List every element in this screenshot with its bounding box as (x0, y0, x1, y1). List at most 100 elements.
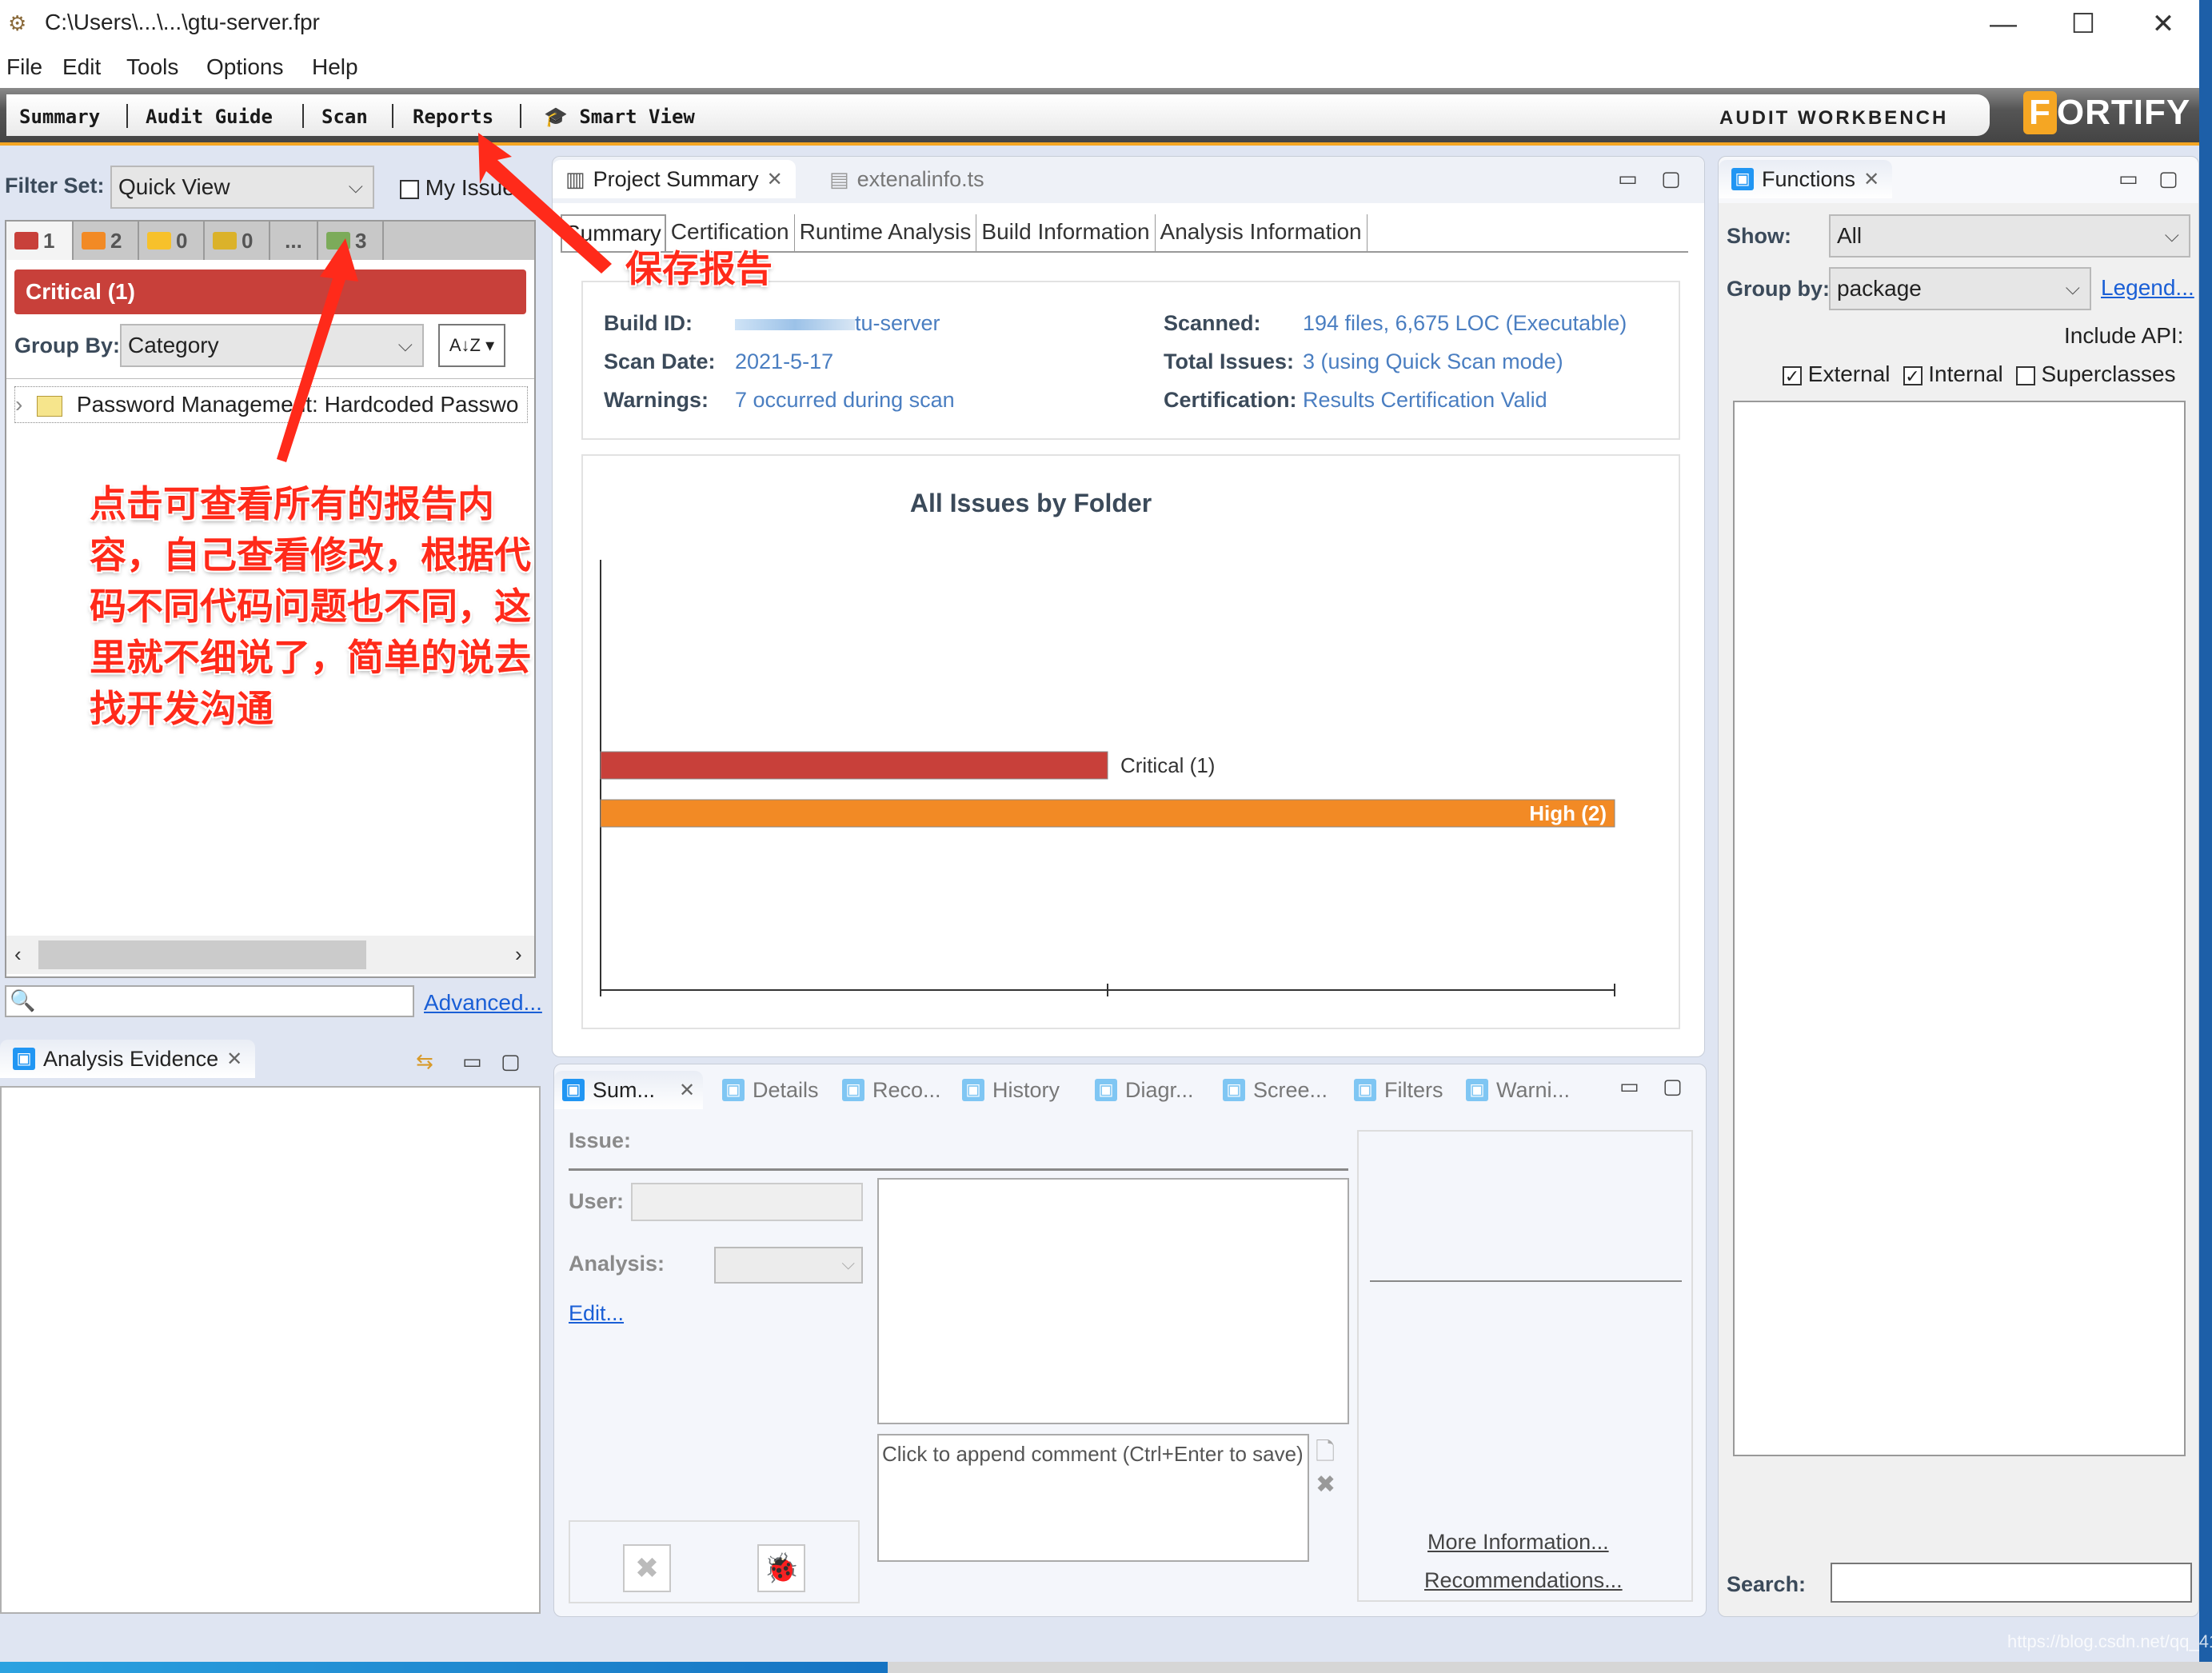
issue-tab-reco[interactable]: ▣ Reco... (834, 1071, 949, 1109)
menu-options[interactable]: Options (206, 54, 284, 80)
comment-input[interactable]: Click to append comment (Ctrl+Enter to s… (877, 1434, 1309, 1562)
close-tab-icon[interactable]: ✕ (767, 168, 783, 191)
severity-tab-critical[interactable]: 1 (6, 222, 74, 260)
warnings-value: 7 occurred during scan (735, 388, 955, 412)
scroll-left-icon[interactable]: ‹ (14, 942, 22, 967)
tab-count: ... (285, 228, 302, 253)
chevron-down-icon: ⌵ (2164, 225, 2179, 246)
tab-extenalinfo[interactable]: ▤ extenalinfo.ts (817, 160, 997, 198)
chevron-down-icon: ⌵ (2065, 278, 2080, 299)
minimize-view-icon[interactable]: ▭ (1619, 1074, 1639, 1099)
issue-tab-strip: ▣ Sum... ✕ ▣ Details ▣ Reco... ▣ History ▣ Diagr..… (554, 1064, 1706, 1111)
maximize-view-icon[interactable]: ▢ (2158, 166, 2178, 191)
redacted-mark (735, 318, 855, 330)
scrollbar-thumb[interactable] (38, 940, 366, 969)
issue-tab-details[interactable]: ▣ Details (714, 1071, 827, 1109)
my-issues-checkbox[interactable]: My Issues (400, 175, 526, 201)
tab-functions[interactable]: ▣ Functions ✕ (1719, 160, 1893, 198)
more-information-link[interactable]: More Information... (1427, 1530, 1609, 1555)
functions-search-input[interactable] (1831, 1563, 2192, 1603)
severity-tab-all[interactable]: 3 (318, 222, 384, 260)
analysis-label: Analysis: (569, 1252, 665, 1276)
group-by-select[interactable]: Category ⌵ (120, 324, 424, 367)
severity-tab-medium[interactable]: 0 (139, 222, 205, 260)
build-id-value: tu-server (735, 311, 940, 336)
build-id-text: tu-server (855, 311, 940, 335)
issue-tab-history[interactable]: ▣ History (954, 1071, 1068, 1109)
minimize-view-icon[interactable]: ▭ (2118, 166, 2138, 191)
subtab-runtime-analysis[interactable]: Runtime Analysis (795, 214, 977, 251)
tab-project-summary[interactable]: ▥ Project Summary ✕ (553, 160, 796, 198)
close-tab-icon[interactable]: ✕ (1863, 168, 1879, 191)
show-select[interactable]: All ⌵ (1829, 214, 2190, 258)
functions-group-by-select[interactable]: package ⌵ (1829, 267, 2091, 310)
external-checkbox[interactable]: ✓ External (1783, 361, 1891, 387)
file-bug-button[interactable]: 🐞 (757, 1544, 805, 1592)
chart-icon: ▥ (565, 166, 585, 191)
issue-tab-diagr[interactable]: ▣ Diagr... (1087, 1071, 1202, 1109)
close-button[interactable]: ✕ (2127, 5, 2199, 43)
minimize-view-icon[interactable]: ▭ (1618, 166, 1638, 191)
sort-button[interactable]: A↓Z ▾ (438, 324, 505, 367)
tab-label: Details (753, 1077, 819, 1102)
delete-comment-icon[interactable]: ✖ (1316, 1471, 1336, 1499)
menu-file[interactable]: File (6, 54, 42, 80)
view-icon: ▣ (722, 1079, 745, 1101)
maximize-view-icon[interactable]: ▢ (501, 1049, 521, 1074)
issue-search-input[interactable]: 🔍 (5, 985, 414, 1017)
toolbar-audit-guide[interactable]: Audit Guide (146, 106, 273, 128)
menu-tools[interactable]: Tools (126, 54, 178, 80)
advanced-search-link[interactable]: Advanced... (424, 990, 542, 1016)
analysis-select[interactable]: ⌵ (714, 1247, 863, 1284)
tree-item[interactable]: › Password Management: Hardcoded Passwo (14, 386, 528, 423)
subtab-analysis-information[interactable]: Analysis Information (1156, 214, 1368, 251)
issue-tab-scree[interactable]: ▣ Scree... (1215, 1071, 1336, 1109)
severity-tab-high[interactable]: 2 (74, 222, 139, 260)
issue-tab-sum[interactable]: ▣ Sum... ✕ (554, 1071, 704, 1109)
maximize-view-icon[interactable]: ▢ (1661, 166, 1681, 191)
checkbox-label: External (1807, 361, 1891, 386)
my-issues-label: My Issues (425, 175, 526, 200)
minimize-view-icon[interactable]: ▭ (462, 1049, 482, 1074)
bug-icon: 🐞 (763, 1551, 800, 1584)
taskbar (0, 1662, 888, 1673)
sync-arrows-icon[interactable]: ⇆ (416, 1049, 433, 1074)
minimize-button[interactable]: — (1967, 5, 2039, 43)
toolbar-scan[interactable]: Scan (321, 106, 368, 128)
issue-comments-view (877, 1178, 1349, 1424)
superclasses-checkbox[interactable]: Superclasses (2015, 361, 2176, 387)
toolbar-reports[interactable]: Reports (413, 106, 493, 128)
tab-label: Project Summary (593, 166, 759, 191)
suppress-button[interactable]: ✖ (623, 1544, 671, 1592)
toolbar-smart-view[interactable]: 🎓 Smart View (544, 106, 695, 128)
functions-tree[interactable] (1733, 401, 2186, 1456)
issues-by-folder-chart: All Issues by Folder Critical (1) High (2… (600, 489, 1615, 996)
add-comment-icon[interactable]: 🗋 (1316, 1434, 1335, 1475)
recommendations-link[interactable]: Recommendations... (1424, 1568, 1623, 1593)
severity-tab-low[interactable]: 0 (205, 222, 270, 260)
horizontal-scrollbar[interactable]: ‹ › (6, 936, 534, 974)
scroll-right-icon[interactable]: › (515, 942, 522, 967)
close-tab-icon[interactable]: ✕ (226, 1048, 242, 1071)
user-field[interactable] (631, 1183, 863, 1221)
edit-link[interactable]: Edit... (569, 1301, 624, 1326)
subtab-build-information[interactable]: Build Information (976, 214, 1156, 251)
issue-tab-warni[interactable]: ▣ Warni... (1458, 1071, 1578, 1109)
toolbar-pill (6, 94, 1990, 136)
close-tab-icon[interactable]: ✕ (679, 1079, 695, 1102)
functions-panel: ▣ Functions ✕ ▭ ▢ Show: All ⌵ Group by: … (1718, 156, 2199, 1617)
filter-set-select[interactable]: Quick View ⌵ (110, 166, 374, 209)
internal-checkbox[interactable]: ✓ Internal (1903, 361, 2003, 387)
legend-link[interactable]: Legend... (2101, 275, 2194, 301)
menu-help[interactable]: Help (312, 54, 358, 80)
menu-edit[interactable]: Edit (62, 54, 101, 80)
tab-label: History (992, 1077, 1060, 1102)
toolbar-summary[interactable]: Summary (19, 106, 100, 128)
severity-tab-more[interactable]: ... (270, 222, 318, 260)
folder-icon (37, 395, 63, 417)
critical-swatch-icon (14, 232, 38, 250)
issue-tab-filters[interactable]: ▣ Filters (1346, 1071, 1451, 1109)
tab-analysis-evidence[interactable]: ▣ Analysis Evidence ✕ (0, 1040, 256, 1078)
maximize-view-icon[interactable]: ▢ (1663, 1074, 1683, 1099)
maximize-button[interactable]: ☐ (2047, 5, 2119, 43)
